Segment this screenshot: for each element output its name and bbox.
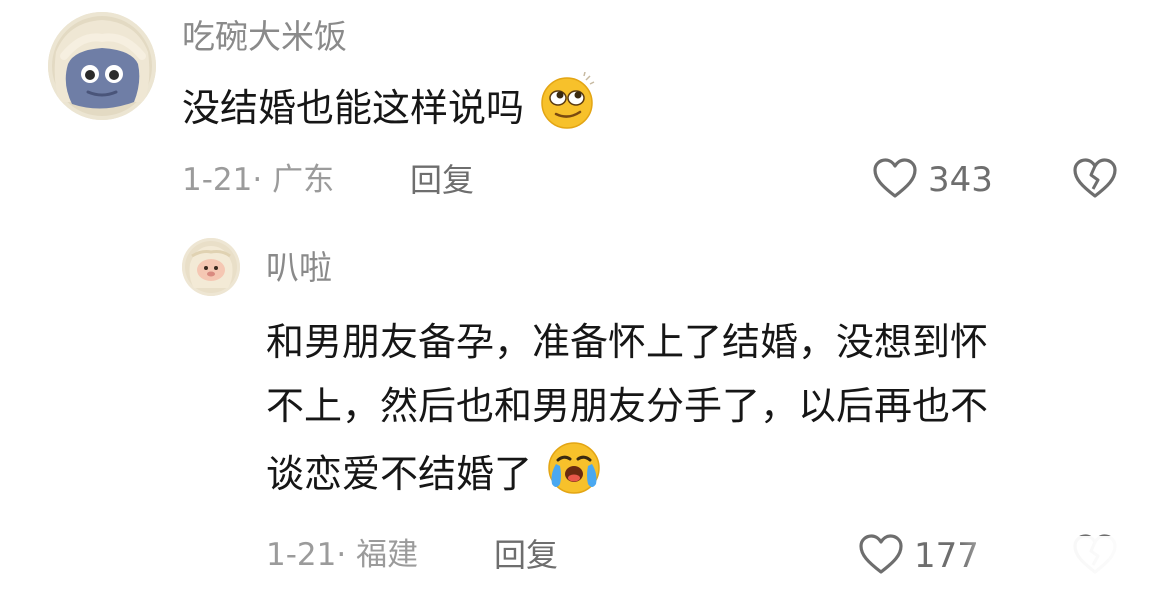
reply-text-line: 不上，然后也和男朋友分手了，以后再也不 — [266, 384, 989, 428]
like-count: 343 — [928, 160, 993, 200]
dislike-button[interactable] — [1072, 156, 1118, 204]
like-button[interactable]: 343 — [872, 156, 993, 204]
reply-text-line: 和男朋友备孕，准备怀上了结婚，没想到怀 — [266, 320, 989, 364]
username[interactable]: 叭啦 — [266, 245, 332, 291]
reply-text-last-line: 谈恋爱不结婚了 — [266, 438, 988, 515]
watermark-overlay — [960, 536, 1170, 592]
heart-icon — [858, 533, 904, 579]
comment-date-location: 1-21· 广东 — [182, 162, 335, 198]
cream-plush-avatar-icon — [182, 238, 240, 296]
comment-text: 没结婚也能这样说吗 — [182, 71, 596, 149]
reply-text: 和男朋友备孕，准备怀上了结婚，没想到怀 不上，然后也和男朋友分手了，以后再也不 … — [266, 310, 988, 515]
reply-button[interactable]: 回复 — [410, 158, 474, 202]
reply-button[interactable]: 回复 — [494, 533, 558, 577]
comment-thread: 吃碗大米饭 没结婚也能这样说吗 1-21· 广东 回复 343 叭啦 和男朋友备… — [0, 0, 1170, 592]
avatar[interactable] — [48, 12, 156, 120]
rolling-eyes-emoji-icon — [538, 71, 596, 149]
comment-text-content: 没结婚也能这样说吗 — [182, 86, 525, 130]
heart-icon — [872, 157, 918, 203]
reply-text-line: 谈恋爱不结婚了 — [266, 452, 533, 496]
blue-yeti-avatar-icon — [48, 12, 156, 120]
crying-emoji-icon — [544, 438, 604, 515]
reply-date-location: 1-21· 福建 — [266, 537, 419, 573]
avatar[interactable] — [182, 238, 240, 296]
broken-heart-icon — [1072, 157, 1118, 203]
username[interactable]: 吃碗大米饭 — [182, 14, 347, 60]
